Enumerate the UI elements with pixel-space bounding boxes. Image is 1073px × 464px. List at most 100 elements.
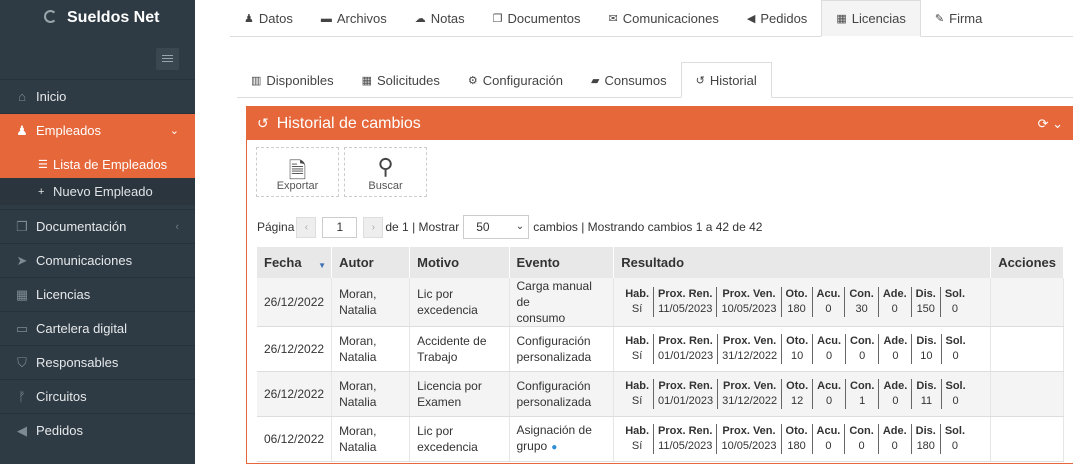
result-value: 0 [859, 350, 866, 362]
page-input[interactable]: 1 [322, 216, 358, 238]
result-value: 11/05/2023 [658, 440, 713, 452]
home-icon: ⌂ [18, 88, 26, 104]
comments-icon: ☁ [414, 13, 426, 25]
calendar-icon: ▦ [836, 13, 847, 25]
pagination: Página ‹ 1 › de 1 | Mostrar 50 ⌄ cambios… [257, 215, 762, 239]
per-page-select[interactable]: 50 ⌄ [463, 215, 530, 239]
tab-archivos[interactable]: ▬ Archivos [307, 0, 401, 37]
brand[interactable]: Sueldos Net [0, 0, 195, 36]
tab-documentos[interactable]: ❐ Documentos [479, 0, 595, 37]
result-cell: Prox. Ren. 01/01/2023 [654, 379, 719, 409]
cell-evento: Carga manual de consumo [509, 278, 615, 327]
table-row: 26/12/2022 Moran, Natalia Lic por excedencia… [257, 278, 1064, 327]
result-value: 12 [791, 395, 804, 407]
col-resultado: Resultado [613, 247, 992, 278]
tab-label: Comunicaciones [622, 11, 719, 26]
fecha-text: 26/12/2022 [264, 295, 325, 309]
tab-solicitudes[interactable]: ▦ Solicitudes [348, 62, 454, 98]
result-header: Dis. [916, 335, 937, 347]
sidebar-item-comunicaciones[interactable]: ➤ Comunicaciones [0, 243, 195, 277]
result-header: Prox. Ren. [658, 288, 713, 300]
result-header: Prox. Ven. [722, 288, 776, 300]
chevron-down-icon[interactable]: ⌄ [1052, 116, 1063, 131]
panel-header: ↺ Historial de cambios ⟳ ⌄ [247, 107, 1073, 140]
cell-autor: Moran, Natalia [331, 326, 411, 372]
cell-autor: Moran, Natalia [331, 416, 411, 462]
per-page-value: 50 [476, 220, 490, 234]
cell-fecha: 26/12/2022 [257, 371, 333, 417]
result-header: Ade. [883, 380, 908, 392]
cell-motivo: Accidente de Trabajo [409, 326, 510, 372]
send-icon: ➤ [16, 252, 28, 268]
chevron-left-icon: ‹ [175, 220, 179, 233]
autor-line: Natalia [339, 395, 377, 409]
next-page-button[interactable]: › [363, 216, 384, 238]
sidebar-item-inicio[interactable]: ⌂ Inicio [0, 79, 195, 113]
fecha-text: 26/12/2022 [264, 387, 325, 401]
plus-icon: + [38, 185, 45, 198]
result-value: 10 [920, 350, 933, 362]
tab-consumos[interactable]: ▰ Consumos [577, 62, 681, 98]
result-cell: Ade. 0 [879, 424, 912, 454]
result-header: Ade. [882, 425, 907, 437]
tab-licencias[interactable]: ▦ Licencias [821, 0, 921, 37]
tab-label: Notas [430, 11, 465, 26]
sidebar-subitem-nuevo-empleado[interactable]: + Nuevo Empleado [0, 178, 195, 205]
tab-comunicaciones[interactable]: ✉ Comunicaciones [595, 0, 733, 37]
result-value: 0 [858, 440, 865, 452]
autor-line: Moran, [339, 334, 377, 348]
export-button[interactable]: 🗎 Exportar [256, 147, 339, 197]
tab-firma[interactable]: ✎ Firma [921, 0, 996, 37]
result-value: 0 [826, 395, 833, 407]
sidebar-item-licencias[interactable]: ▦ Licencias [0, 277, 195, 311]
excel-file-icon: 🗎 [288, 158, 307, 183]
sidebar-subitem-lista-empleados[interactable]: ☰ Lista de Empleados [0, 151, 195, 178]
tab-pedidos[interactable]: ◀ Pedidos [733, 0, 821, 37]
result-header: Oto. [786, 335, 809, 347]
inner-tabs: ▥ Disponibles ▦ Solicitudes ⚙ Configuración… [237, 62, 1073, 98]
result-header: Con. [850, 380, 875, 392]
result-header: Dis. [915, 425, 936, 437]
result-header: Ade. [883, 335, 908, 347]
tab-disponibles[interactable]: ▥ Disponibles [237, 62, 348, 98]
result-header: Prox. Ven. [722, 425, 776, 437]
result-cell: Ade. 0 [879, 334, 913, 364]
col-autor: Autor [331, 247, 411, 278]
cell-resultado: Hab. Sí Prox. Ren. 11/05/2023 Prox. Ven. 10/0… [613, 416, 992, 462]
tab-datos[interactable]: ♟ Datos [230, 0, 307, 37]
result-header: Oto. [785, 425, 808, 437]
result-header: Prox. Ven. [723, 335, 777, 347]
sidebar-item-documentacion[interactable]: ❐ Documentación ‹ [0, 209, 195, 243]
sidebar-item-pedidos[interactable]: ◀ Pedidos [0, 413, 195, 447]
evento-line: Asignación de [516, 423, 592, 437]
comment-icon[interactable]: ● [551, 442, 557, 453]
cell-resultado: Hab. Sí Prox. Ren. 01/01/2023 Prox. Ven. 31/1… [613, 326, 992, 372]
sidebar-item-circuitos[interactable]: ᚠ Circuitos [0, 379, 195, 413]
autor-line: Moran, [339, 379, 377, 393]
search-button[interactable]: ⚲ Buscar [344, 147, 427, 197]
sidebar-item-empleados[interactable]: ♟ Empleados ⌄ [0, 113, 195, 147]
sidebar-item-cartelera[interactable]: ▭ Cartelera digital [0, 311, 195, 345]
col-fecha[interactable]: Fecha ▼ [257, 247, 333, 278]
sidebar-toggle-button[interactable] [156, 48, 179, 70]
sidebar-item-responsables[interactable]: ⛉ Responsables [0, 345, 195, 379]
tab-historial[interactable]: ↺ Historial [680, 62, 772, 98]
bar-chart-icon: ▥ [251, 74, 262, 87]
tab-label: Disponibles [266, 72, 334, 88]
tab-configuracion[interactable]: ⚙ Configuración [454, 62, 577, 98]
result-value: Sí [631, 395, 643, 407]
tab-notas[interactable]: ☁ Notas [401, 0, 479, 37]
result-value: Sí [631, 440, 643, 452]
result-grid: Hab. Sí Prox. Ren. 01/01/2023 Prox. Ven. 31/1… [621, 334, 983, 364]
result-cell: Dis. 11 [912, 379, 942, 409]
cell-motivo: Licencia por Examen [409, 371, 510, 417]
prev-page-button[interactable]: ‹ [296, 216, 317, 238]
result-header: Con. [850, 335, 875, 347]
result-header: Hab. [625, 380, 650, 392]
result-value: 10/05/2023 [721, 303, 777, 315]
panel-tools: ⟳ ⌄ [1038, 116, 1063, 132]
refresh-icon[interactable]: ⟳ [1038, 116, 1049, 131]
search-icon: ⚲ [377, 154, 394, 179]
result-value: 11 [920, 395, 933, 407]
result-cell: Prox. Ven. 10/05/2023 [717, 424, 782, 454]
